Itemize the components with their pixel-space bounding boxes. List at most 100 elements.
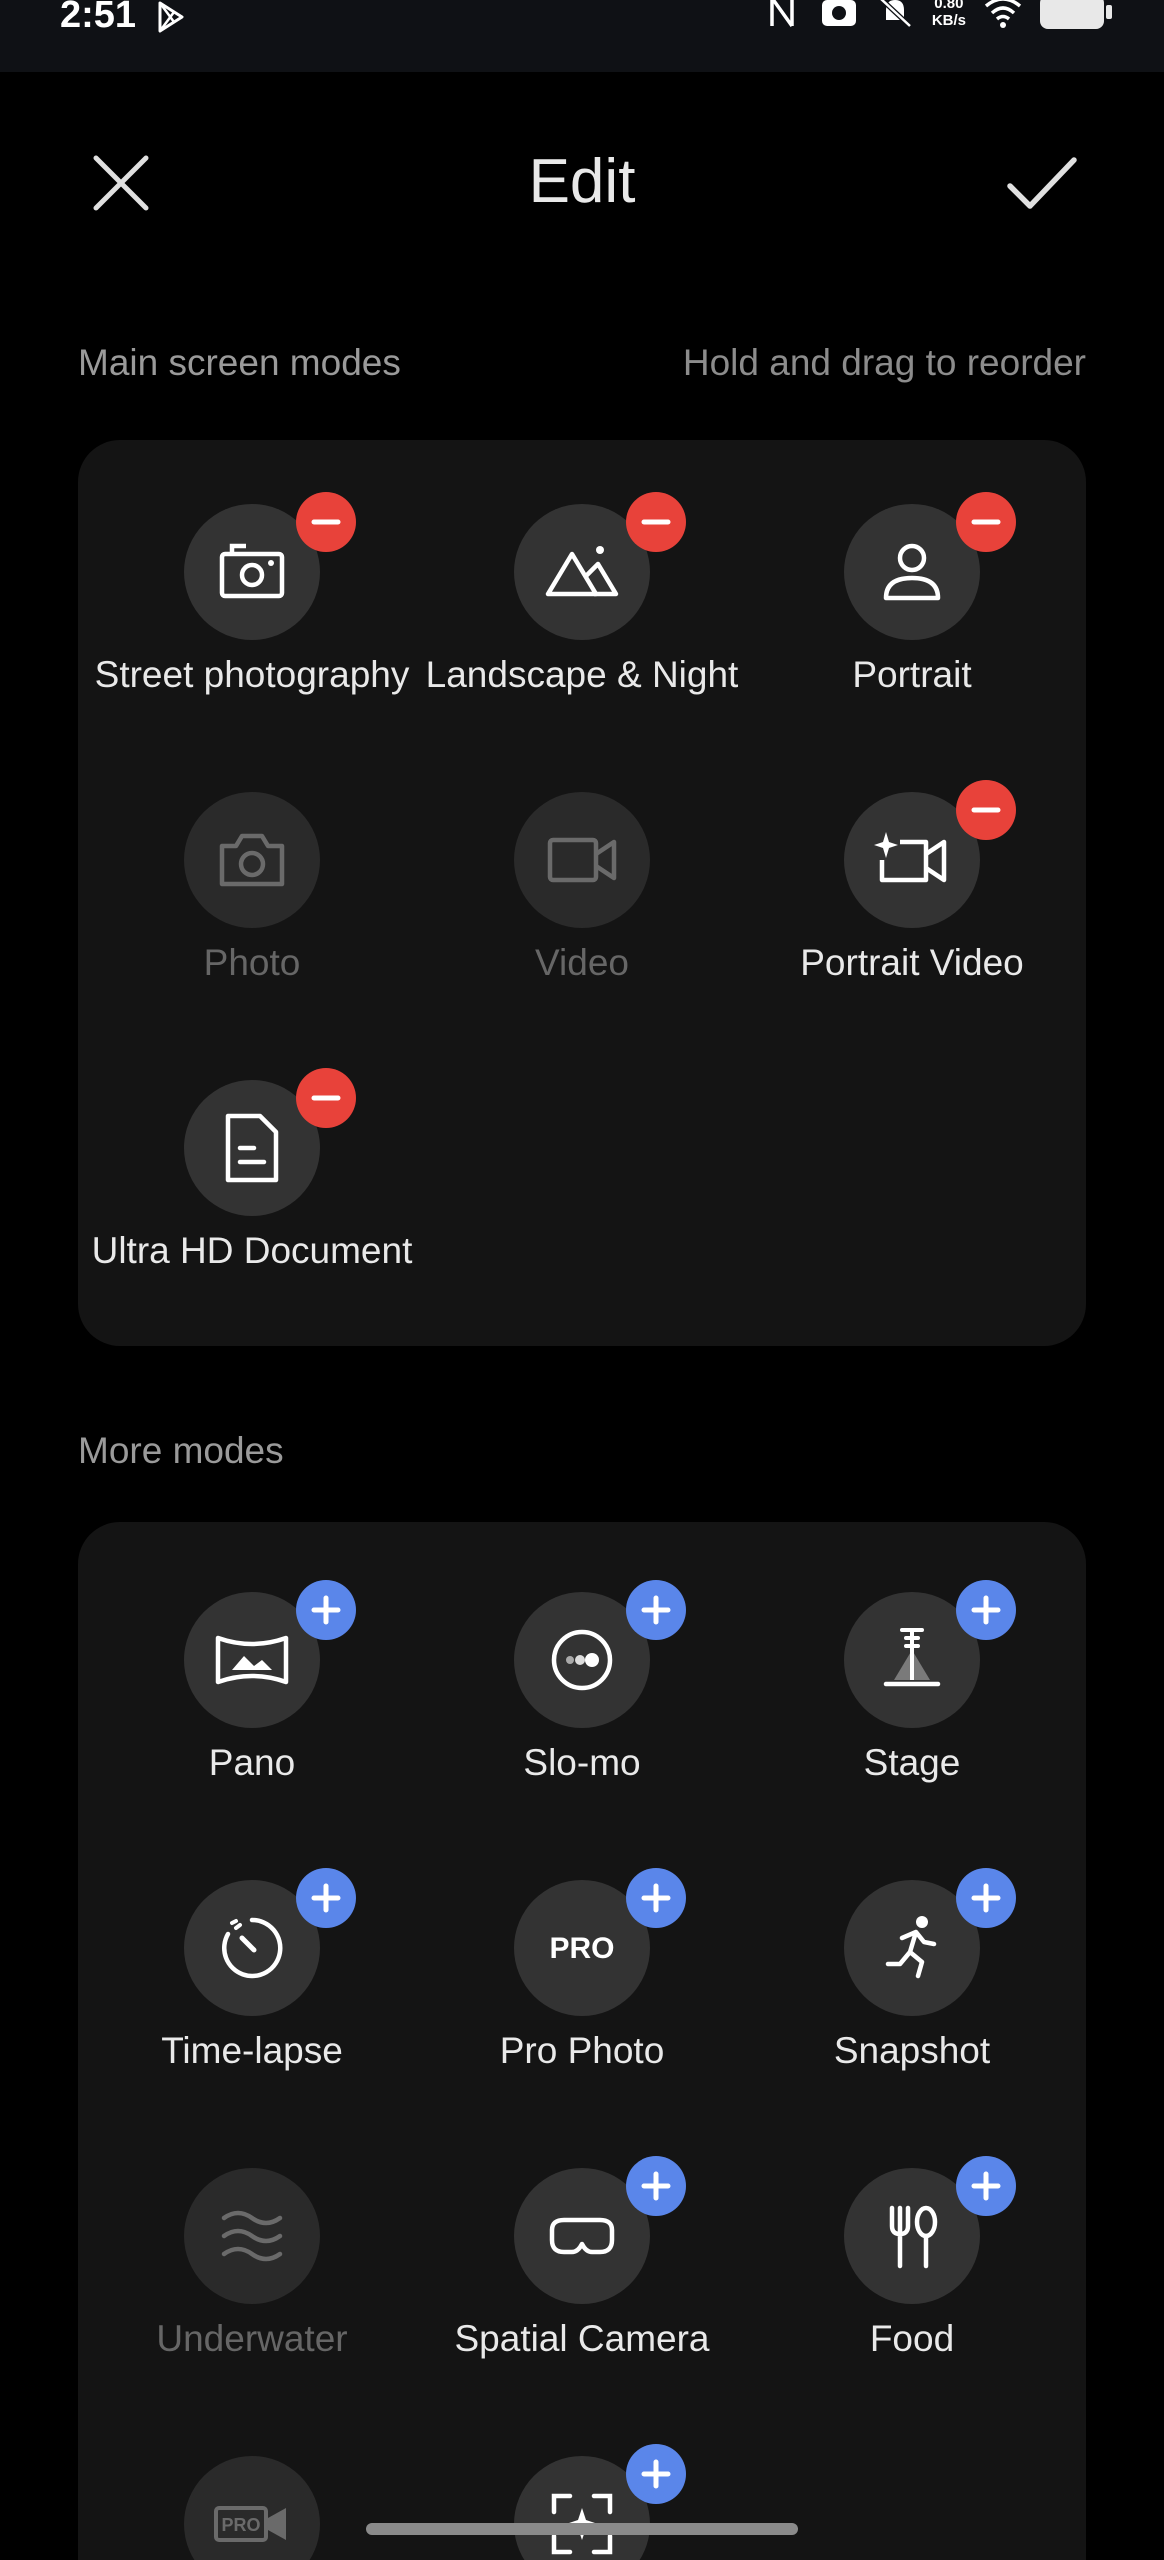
- svg-text:PRO: PRO: [549, 1932, 614, 1965]
- plus-icon: [971, 1883, 1001, 1913]
- mode-label: Photo: [203, 942, 301, 983]
- mode-ai-frame[interactable]: [417, 2444, 747, 2560]
- mode-pano[interactable]: Pano: [87, 1580, 417, 1792]
- mode-label: Portrait: [852, 654, 972, 695]
- add-badge[interactable]: [626, 1868, 686, 1928]
- mountain-icon: [545, 546, 619, 597]
- mode-label: Ultra HD Document: [91, 1230, 413, 1271]
- mode-label: Landscape & Night: [425, 654, 739, 695]
- more-modes-panel: Pano Slo-mo Stage Time-lapse PRO Pro Pho…: [78, 1522, 1086, 2560]
- home-indicator[interactable]: [366, 2523, 798, 2535]
- pro-icon: PRO: [549, 1932, 614, 1965]
- document-icon: [225, 1113, 279, 1183]
- plus-icon: [641, 2459, 671, 2489]
- mode-label: Slo-mo: [523, 1742, 641, 1783]
- minus-icon: [311, 1095, 341, 1101]
- person-icon: [883, 543, 941, 601]
- remove-badge[interactable]: [956, 780, 1016, 840]
- svg-text:PRO: PRO: [221, 2515, 260, 2535]
- vr-goggles-icon: [549, 2217, 615, 2255]
- main-modes-panel: Street photography Landscape & Night Por…: [78, 440, 1086, 1346]
- timer-icon: [222, 1917, 283, 1979]
- mode-label: Snapshot: [833, 2030, 991, 2071]
- remove-badge[interactable]: [626, 492, 686, 552]
- more-modes-label: More modes: [78, 1430, 284, 1471]
- remove-badge[interactable]: [956, 492, 1016, 552]
- remove-badge[interactable]: [296, 492, 356, 552]
- waves-icon: [221, 2210, 283, 2262]
- page-title: Edit: [528, 147, 636, 216]
- add-badge[interactable]: [626, 2444, 686, 2504]
- status-time: 2:51: [60, 0, 137, 36]
- minus-icon: [311, 519, 341, 525]
- mode-pro-photo[interactable]: PRO Pro Photo: [417, 1868, 747, 2080]
- video-icon: [547, 837, 617, 883]
- reorder-hint: Hold and drag to reorder: [682, 342, 1086, 383]
- add-badge[interactable]: [956, 2156, 1016, 2216]
- plus-icon: [311, 1883, 341, 1913]
- nfc-icon: [770, 0, 794, 28]
- add-badge[interactable]: [956, 1580, 1016, 1640]
- minus-icon: [971, 519, 1001, 525]
- add-badge[interactable]: [296, 1868, 356, 1928]
- add-badge[interactable]: [626, 1580, 686, 1640]
- network-speed-unit: KB/s: [931, 12, 966, 29]
- network-speed: 0.80 KB/s: [932, 0, 966, 29]
- add-badge[interactable]: [296, 1580, 356, 1640]
- sparkle-video-icon: [874, 832, 947, 883]
- mode-icon-circle: [184, 2168, 320, 2304]
- plus-icon: [641, 1883, 671, 1913]
- pro-video-icon: PRO: [214, 2506, 286, 2542]
- mode-landscape-night[interactable]: Landscape & Night: [417, 492, 747, 744]
- camera-icon: [219, 833, 285, 887]
- mode-photo: Photo: [87, 792, 417, 992]
- running-person-icon: [885, 1916, 937, 1979]
- minus-icon: [641, 519, 671, 525]
- mode-slo-mo[interactable]: Slo-mo: [417, 1580, 747, 1792]
- stage-spotlight-icon: [883, 1628, 941, 1687]
- battery-icon: [1040, 0, 1112, 29]
- mode-food[interactable]: Food: [747, 2156, 1077, 2368]
- mode-label: Portrait Video: [800, 942, 1024, 983]
- mode-video: Video: [417, 792, 747, 992]
- add-badge[interactable]: [956, 1868, 1016, 1928]
- wifi-icon: [984, 0, 1022, 28]
- checkmark-icon[interactable]: [1004, 150, 1080, 216]
- mode-time-lapse[interactable]: Time-lapse: [87, 1868, 417, 2080]
- main-modes-label: Main screen modes: [78, 342, 401, 383]
- mode-label: Video: [535, 942, 629, 983]
- mode-ultra-hd-document[interactable]: Ultra HD Document: [87, 1068, 417, 1320]
- street-camera-icon: [219, 543, 285, 599]
- mode-label: Spatial Camera: [454, 2318, 710, 2359]
- mode-label: Stage: [863, 1742, 961, 1783]
- mode-icon-circle: [184, 792, 320, 928]
- mode-icon-circle: [514, 792, 650, 928]
- mode-snapshot[interactable]: Snapshot: [747, 1868, 1077, 2080]
- minus-icon: [971, 807, 1001, 813]
- mode-street-photography[interactable]: Street photography: [87, 492, 417, 744]
- remove-badge[interactable]: [296, 1068, 356, 1128]
- mode-portrait-video[interactable]: Portrait Video: [747, 780, 1077, 992]
- mode-label: Underwater: [156, 2318, 348, 2359]
- mode-underwater: Underwater: [87, 2168, 417, 2368]
- slow-motion-icon: [551, 1629, 613, 1691]
- plus-icon: [311, 1595, 341, 1625]
- plus-icon: [641, 1595, 671, 1625]
- mode-spatial-camera[interactable]: Spatial Camera: [417, 2156, 747, 2368]
- fork-spoon-icon: [889, 2205, 938, 2269]
- plus-icon: [971, 2171, 1001, 2201]
- status-bar: 2:51 0.80 KB/s: [0, 0, 1164, 72]
- mode-icon-circle: PRO: [184, 2456, 320, 2560]
- mute-icon: [878, 0, 912, 28]
- add-badge[interactable]: [626, 2156, 686, 2216]
- ai-frame-icon: [551, 2493, 613, 2555]
- mode-portrait[interactable]: Portrait: [747, 492, 1077, 744]
- plus-icon: [641, 2171, 671, 2201]
- mode-label: Food: [869, 2318, 955, 2359]
- mode-label: Pro Photo: [499, 2030, 665, 2071]
- mode-label: Street photography: [94, 654, 410, 695]
- panorama-icon: [215, 1635, 289, 1685]
- plus-icon: [971, 1595, 1001, 1625]
- mode-pro-video: PRO: [87, 2456, 417, 2560]
- mode-stage[interactable]: Stage: [747, 1580, 1077, 1792]
